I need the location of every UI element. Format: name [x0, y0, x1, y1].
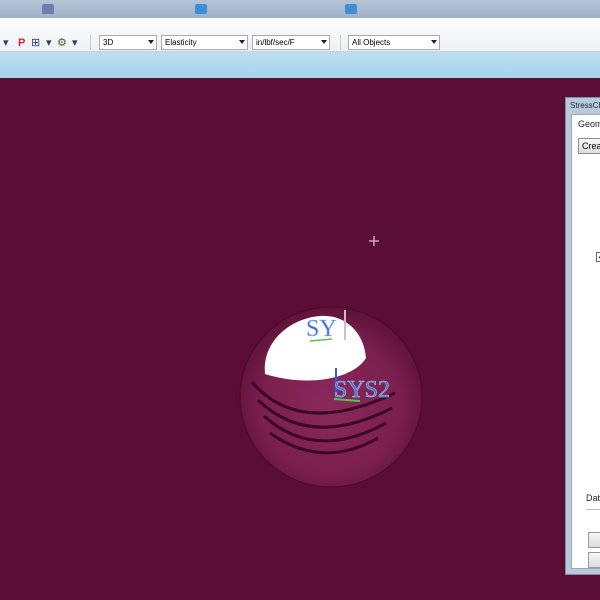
toolbar-separator	[90, 35, 91, 50]
object-filter-select[interactable]: All Objects	[348, 35, 440, 50]
create-button[interactable]: Creat	[578, 138, 600, 154]
analysis-type-select[interactable]: Elasticity	[161, 35, 248, 50]
viewport-canvas: SY SYS2	[239, 236, 423, 488]
dialog-body: Geom Creat ✓ Data	[571, 114, 600, 569]
dialog-title: StressCh	[570, 101, 600, 110]
toolbar: ▾ P ⊞ ▾ ⚙ ▾ 3D Elasticity in/lbf/sec/F A…	[0, 18, 600, 52]
p-icon[interactable]: P	[18, 36, 25, 50]
toolbar-band	[0, 52, 600, 78]
tool-icon[interactable]: ⚙	[57, 36, 67, 50]
dropdown-caret-icon[interactable]: ▾	[72, 36, 78, 50]
chevron-down-icon	[239, 40, 245, 44]
data-label: Data	[586, 493, 600, 503]
chevron-down-icon	[148, 40, 154, 44]
chevron-down-icon	[321, 40, 327, 44]
coord-label-sys1: SY	[306, 316, 337, 342]
analysis-type-value: Elasticity	[165, 38, 197, 47]
taskbar-icon[interactable]	[195, 4, 207, 14]
top-strip	[0, 0, 600, 18]
view-mode-value: 3D	[103, 38, 114, 47]
taskbar-icon[interactable]	[42, 4, 54, 14]
units-select[interactable]: in/lbf/sec/F	[252, 35, 330, 50]
load-icon[interactable]: ⊞	[31, 36, 40, 50]
option-checkbox[interactable]: ✓	[596, 252, 600, 262]
chevron-down-icon	[431, 40, 437, 44]
dropdown-caret-icon[interactable]: ▾	[46, 36, 52, 50]
toolbar-separator	[340, 35, 341, 50]
tab-geometry[interactable]: Geom	[578, 119, 600, 129]
model-viewport[interactable]: SY SYS2	[0, 78, 600, 600]
dialog-button[interactable]	[588, 552, 600, 568]
units-value: in/lbf/sec/F	[256, 38, 295, 47]
dropdown-caret-icon[interactable]: ▾	[3, 36, 9, 50]
stress-check-dialog: StressCh Geom Creat ✓ Data	[565, 97, 600, 575]
dialog-button[interactable]	[588, 532, 600, 548]
view-mode-select[interactable]: 3D	[99, 35, 157, 50]
crosshair-cursor-icon	[369, 236, 379, 246]
taskbar-icon[interactable]	[345, 4, 357, 14]
object-filter-value: All Objects	[352, 38, 391, 47]
data-separator	[586, 509, 600, 510]
coord-label-sys2: SYS2	[334, 377, 390, 403]
